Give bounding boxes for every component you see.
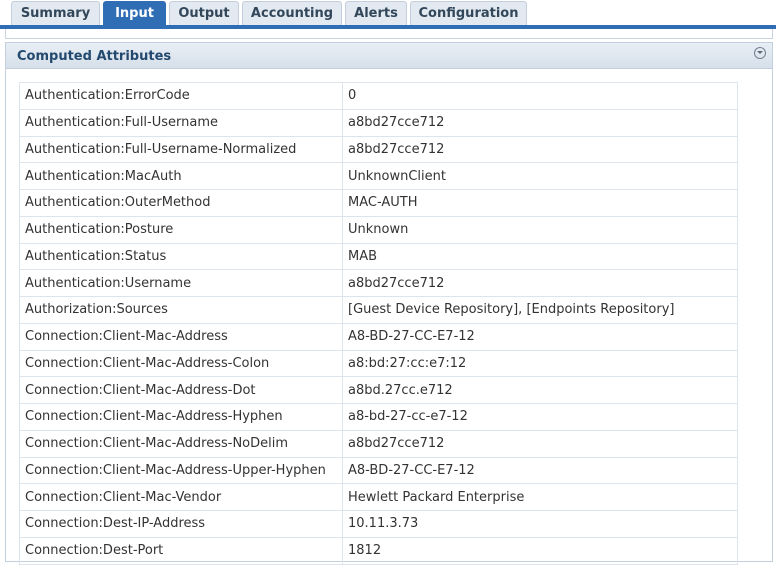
attribute-value: a8bd.27cc.e712 <box>342 376 738 404</box>
table-row: Connection:Client-Mac-Address-Hyphen a8-b… <box>19 403 738 431</box>
attribute-name: Connection:Client-Mac-Address-Upper-Hyph… <box>19 456 343 485</box>
attribute-value: a8bd27cce712 <box>342 108 738 137</box>
tab-input[interactable]: Input <box>103 1 166 26</box>
attribute-name: Connection:Dest-Port <box>19 536 343 565</box>
attribute-value: 0 <box>342 82 738 110</box>
tab-configuration[interactable]: Configuration <box>410 1 527 26</box>
table-row: Authentication:Status MAB <box>19 242 738 271</box>
attribute-name: Connection:Client-Mac-Address-Hyphen <box>19 403 343 431</box>
table-row: Authentication:ErrorCode 0 <box>19 82 738 110</box>
attribute-value: a8bd27cce712 <box>342 135 738 164</box>
tab-output[interactable]: Output <box>169 1 239 26</box>
table-row: Connection:Client-Mac-Address-Dot a8bd.27… <box>19 376 738 404</box>
table-row: Authorization:Sources [Guest Device Repos… <box>19 296 738 324</box>
attribute-name: Authentication:Posture <box>19 215 343 244</box>
attribute-value: 10.11.3.73 <box>342 510 738 538</box>
attribute-value: [Guest Device Repository], [Endpoints Re… <box>342 296 738 324</box>
attribute-name: Authentication:Username <box>19 269 343 297</box>
table-row: Authentication:Username a8bd27cce712 <box>19 269 738 297</box>
table-row: Connection:Client-Mac-Address-Colon a8:bd… <box>19 349 738 378</box>
attribute-name: Authentication:OuterMethod <box>19 189 343 217</box>
tab-bar: Summary Input Output Accounting Alerts C… <box>0 0 776 29</box>
attribute-value: 1812 <box>342 536 738 565</box>
attribute-name: Authentication:Status <box>19 242 343 271</box>
table-row: Authentication:Full-Username-Normalized a… <box>19 135 738 164</box>
table-row: Authentication:MacAuth UnknownClient <box>19 162 738 190</box>
attribute-name: Connection:Dest-IP-Address <box>19 510 343 538</box>
tab-summary[interactable]: Summary <box>11 1 100 26</box>
tab-accounting[interactable]: Accounting <box>242 1 342 26</box>
attribute-name: Connection:Client-Mac-Address-NoDelim <box>19 429 343 458</box>
attribute-name: Connection:Client-Mac-Vendor <box>19 483 343 511</box>
attribute-name: Connection:Client-Mac-Address-Colon <box>19 349 343 378</box>
attributes-table-body: Authentication:ErrorCode 0 Authentication:… <box>19 82 738 565</box>
attribute-value: Hewlett Packard Enterprise <box>342 483 738 511</box>
table-row: Connection:Client-Mac-Address A8-BD-27-CC… <box>19 322 738 351</box>
table-row: Authentication:OuterMethod MAC-AUTH <box>19 189 738 217</box>
attribute-value: Unknown <box>342 215 738 244</box>
panel-header[interactable]: Computed Attributes <box>6 43 772 69</box>
attribute-name: Authentication:ErrorCode <box>19 82 343 110</box>
attribute-value: MAB <box>342 242 738 271</box>
table-row: Connection:Dest-IP-Address 10.11.3.73 <box>19 510 738 538</box>
collapse-icon[interactable] <box>754 47 766 59</box>
attribute-value: UnknownClient <box>342 162 738 190</box>
attribute-value: a8:bd:27:cc:e7:12 <box>342 349 738 378</box>
attribute-value: MAC-AUTH <box>342 189 738 217</box>
table-row: Connection:Client-Mac-Address-NoDelim a8b… <box>19 429 738 458</box>
attribute-name: Connection:Client-Mac-Address-Dot <box>19 376 343 404</box>
attributes-table: Authentication:ErrorCode 0 Authentication:… <box>19 82 738 565</box>
table-row: Connection:Dest-Port 1812 <box>19 536 738 565</box>
attribute-name: Connection:Client-Mac-Address <box>19 322 343 351</box>
table-row: Authentication:Posture Unknown <box>19 215 738 244</box>
attribute-name: Authorization:Sources <box>19 296 343 324</box>
table-row: Connection:Client-Mac-Vendor Hewlett Pack… <box>19 483 738 511</box>
attribute-value: A8-BD-27-CC-E7-12 <box>342 456 738 485</box>
attribute-value: a8-bd-27-cc-e7-12 <box>342 403 738 431</box>
attribute-value: A8-BD-27-CC-E7-12 <box>342 322 738 351</box>
panel-title: Computed Attributes <box>17 49 172 64</box>
attribute-name: Authentication:Full-Username-Normalized <box>19 135 343 164</box>
previous-panel-edge <box>5 29 773 39</box>
tab-alerts[interactable]: Alerts <box>345 1 407 26</box>
attribute-name: Authentication:Full-Username <box>19 108 343 137</box>
table-row: Connection:Client-Mac-Address-Upper-Hyph… <box>19 456 738 485</box>
attribute-value: a8bd27cce712 <box>342 429 738 458</box>
attribute-name: Authentication:MacAuth <box>19 162 343 190</box>
attribute-value: a8bd27cce712 <box>342 269 738 297</box>
table-row: Authentication:Full-Username a8bd27cce712 <box>19 108 738 137</box>
